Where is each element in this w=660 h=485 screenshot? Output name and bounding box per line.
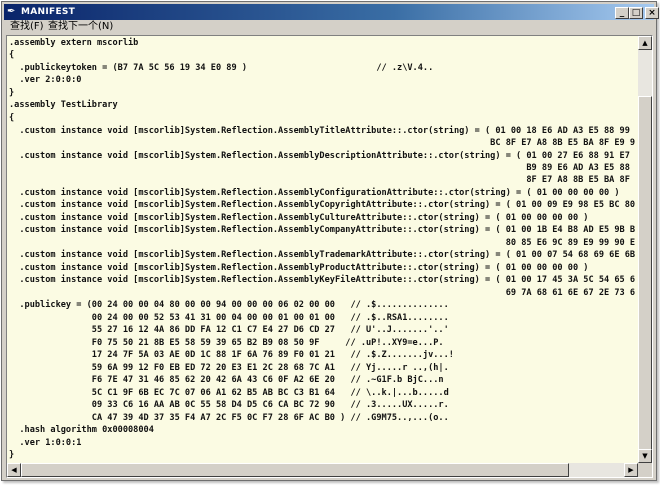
code-line: .custom instance void [mscorlib]System.R… — [9, 250, 635, 260]
code-line: 59 6A 99 12 F0 EB ED 72 20 E3 E1 2C 28 6… — [9, 363, 449, 373]
code-line: .custom instance void [mscorlib]System.R… — [9, 225, 635, 235]
vertical-scroll-thumb[interactable] — [638, 96, 652, 456]
code-line: 09 33 C6 16 AA AB 0C 55 58 D4 D5 C6 CA B… — [9, 400, 449, 410]
code-line: .assembly extern mscorlib — [9, 38, 139, 48]
code-line: .custom instance void [mscorlib]System.R… — [9, 263, 589, 273]
code-line: .custom instance void [mscorlib]System.R… — [9, 275, 635, 285]
maximize-button[interactable]: □ — [629, 7, 643, 19]
code-line: 5C C1 9F 6B EC 7C 07 06 A1 62 B5 AB BC C… — [9, 388, 449, 398]
scroll-right-arrow-icon[interactable]: ▶ — [624, 463, 638, 477]
code-line: B9 89 E6 AD A3 E5 88 99 E — [9, 163, 635, 173]
code-line: .custom instance void [mscorlib]System.R… — [9, 213, 589, 223]
code-line: .hash algorithm 0x00008004 — [9, 425, 154, 435]
code-line: F6 7E 47 31 46 85 62 20 42 6A 43 C6 0F A… — [9, 375, 444, 385]
minimize-button[interactable]: _ — [615, 7, 629, 19]
code-line: F0 75 50 21 8B E5 58 59 39 65 B2 B9 08 5… — [9, 338, 444, 348]
vertical-scrollbar[interactable]: ▲ ▼ — [638, 36, 652, 463]
manifest-window: ✒ MANIFEST _ □ × 查找(F) 查找下一个(N) .assembl… — [1, 1, 659, 481]
code-line: 55 27 16 12 4A 86 DD FA 12 C1 C7 E4 27 D… — [9, 325, 449, 335]
menu-bar: 查找(F) 查找下一个(N) — [4, 20, 654, 34]
scroll-corner — [638, 463, 652, 477]
code-line: } — [9, 450, 15, 460]
code-line: .ver 2:0:0:0 — [9, 75, 82, 85]
code-line: .custom instance void [mscorlib]System.R… — [9, 126, 635, 136]
menu-find[interactable]: 查找(F) — [10, 20, 44, 34]
window-title: MANIFEST — [21, 7, 76, 17]
code-line: CA 47 39 4D 37 35 F4 A7 2C F5 0C F7 28 6… — [9, 413, 449, 423]
il-code-area[interactable]: .assembly extern mscorlib { .publickeytok… — [9, 37, 635, 462]
code-line: .custom instance void [mscorlib]System.R… — [9, 188, 620, 198]
code-line: } — [9, 88, 15, 98]
close-button[interactable]: × — [645, 7, 659, 19]
code-line: .custom instance void [mscorlib]System.R… — [9, 200, 635, 210]
code-line: .publickeytoken = (B7 7A 5C 56 19 34 E0 … — [9, 63, 434, 73]
code-line: BC 8F E7 A8 8B E5 BA 8F E9 9B 8 — [9, 138, 635, 148]
code-line: .ver 1:0:0:1 — [9, 438, 82, 448]
code-line: 80 85 E6 9C 89 E9 99 90 E5 85 — [9, 238, 635, 248]
scroll-left-arrow-icon[interactable]: ◀ — [7, 463, 21, 477]
code-line: .custom instance void [mscorlib]System.R… — [9, 151, 635, 161]
code-line: { — [9, 113, 15, 123]
horizontal-scrollbar[interactable]: ◀ ▶ — [7, 463, 638, 477]
horizontal-scroll-thumb[interactable] — [21, 463, 569, 477]
code-line: 00 24 00 00 52 53 41 31 00 04 00 00 01 0… — [9, 313, 449, 323]
title-bar[interactable]: ✒ MANIFEST _ □ × — [4, 4, 659, 20]
code-line: .publickey = (00 24 00 00 04 80 00 00 94… — [9, 300, 449, 310]
code-line: 69 7A 68 61 6E 67 2E 73 6E 6B — [9, 288, 635, 298]
code-line: .assembly TestLibrary — [9, 100, 118, 110]
scroll-up-arrow-icon[interactable]: ▲ — [638, 36, 652, 50]
code-line: 17 24 7F 5A 03 AE 0D 1C 88 1F 6A 76 89 F… — [9, 350, 454, 360]
menu-find-next[interactable]: 查找下一个(N) — [48, 20, 113, 34]
code-line: { — [9, 50, 15, 60]
manifest-text-view[interactable]: .assembly extern mscorlib { .publickeytok… — [6, 35, 653, 478]
feather-icon: ✒ — [7, 6, 16, 17]
code-line: 8F E7 A8 8B E5 BA 8F E9 9 — [9, 175, 635, 185]
scroll-down-arrow-icon[interactable]: ▼ — [638, 449, 652, 463]
